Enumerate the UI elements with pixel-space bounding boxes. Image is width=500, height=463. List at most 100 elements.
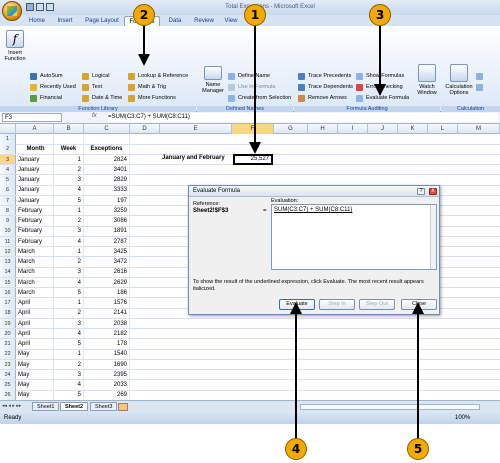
row-header[interactable]: 4: [0, 164, 16, 175]
cell-week[interactable]: 1: [54, 205, 84, 216]
step-in-button[interactable]: Step In: [319, 299, 355, 310]
undo-icon[interactable]: [36, 3, 44, 11]
row-header[interactable]: 26: [0, 390, 16, 400]
tab-insert[interactable]: Insert: [52, 16, 78, 26]
use-in-formula-button[interactable]: Use in Formula: [228, 83, 275, 92]
cell-exceptions[interactable]: 1540: [84, 349, 130, 359]
cell-week[interactable]: 3: [54, 226, 84, 236]
cell-week[interactable]: 2: [54, 359, 84, 369]
name-box[interactable]: F3: [2, 113, 62, 122]
cell-month[interactable]: April: [18, 318, 54, 328]
cell-month[interactable]: January: [18, 185, 54, 195]
col-header-m[interactable]: M: [458, 124, 500, 134]
cell-week[interactable]: 3: [54, 267, 84, 277]
cell-week[interactable]: 1: [54, 298, 84, 308]
row-header[interactable]: 5: [0, 175, 16, 185]
row-header[interactable]: 21: [0, 339, 16, 349]
cell-month[interactable]: [18, 134, 54, 144]
cell-week[interactable]: 2: [54, 257, 84, 267]
row-header[interactable]: 12: [0, 246, 16, 257]
sheet-nav-icon[interactable]: ◂◂ ◂ ▸ ▸▸: [2, 403, 21, 409]
cell-week[interactable]: 4: [54, 328, 84, 339]
cell-month[interactable]: January: [18, 164, 54, 175]
cell-month[interactable]: March: [18, 287, 54, 298]
cell-month[interactable]: Month: [18, 144, 54, 154]
close-button[interactable]: Close: [401, 299, 437, 310]
save-icon[interactable]: [26, 3, 34, 11]
cell-month[interactable]: February: [18, 216, 54, 226]
redo-icon[interactable]: [46, 3, 54, 11]
cell-week[interactable]: 4: [54, 185, 84, 195]
summary-label[interactable]: January and February: [162, 155, 225, 161]
summary-value-cell[interactable]: 25,527: [233, 154, 273, 165]
more-functions-button[interactable]: More Functions: [128, 94, 176, 103]
col-header-f[interactable]: F: [232, 124, 274, 134]
cell-week[interactable]: 5: [54, 287, 84, 298]
recently-used-button[interactable]: Recently Used: [30, 83, 76, 92]
date-time-button[interactable]: Date & Time: [82, 94, 122, 103]
cell-month[interactable]: April: [18, 328, 54, 339]
cell-month[interactable]: May: [18, 380, 54, 390]
cell-exceptions[interactable]: 1690: [84, 359, 130, 369]
cell-month[interactable]: January: [18, 154, 54, 164]
row-header[interactable]: 14: [0, 267, 16, 277]
col-header-j[interactable]: J: [368, 124, 398, 134]
office-button[interactable]: [2, 1, 22, 21]
cell-month[interactable]: April: [18, 298, 54, 308]
col-header-h[interactable]: H: [308, 124, 338, 134]
step-out-button[interactable]: Step Out: [359, 299, 395, 310]
cell-exceptions[interactable]: 2616: [84, 267, 130, 277]
col-header-g[interactable]: G: [274, 124, 308, 134]
cell-exceptions[interactable]: 2824: [84, 154, 130, 164]
cell-exceptions[interactable]: 1576: [84, 298, 130, 308]
cell-week[interactable]: 1: [54, 246, 84, 257]
cell-week[interactable]: 5: [54, 390, 84, 400]
row-header[interactable]: 1: [0, 134, 16, 144]
cell-week[interactable]: 3: [54, 369, 84, 380]
cell-exceptions[interactable]: 3401: [84, 164, 130, 175]
cell-month[interactable]: February: [18, 226, 54, 236]
cell-week[interactable]: 4: [54, 236, 84, 246]
error-checking-button[interactable]: Error Checking: [356, 83, 403, 92]
sheet-tab-sheet3[interactable]: Sheet3: [90, 402, 118, 411]
row-header[interactable]: 22: [0, 349, 16, 359]
tab-page-layout[interactable]: Page Layout: [82, 16, 122, 26]
cell-exceptions[interactable]: 2629: [84, 277, 130, 287]
cell-exceptions[interactable]: [84, 134, 130, 144]
cell-month[interactable]: April: [18, 308, 54, 318]
cell-month[interactable]: March: [18, 267, 54, 277]
row-header[interactable]: 16: [0, 287, 16, 298]
row-header[interactable]: 15: [0, 277, 16, 287]
cell-exceptions[interactable]: 2829: [84, 175, 130, 185]
cell-month[interactable]: February: [18, 236, 54, 246]
col-header-i[interactable]: I: [338, 124, 368, 134]
cell-week[interactable]: 1: [54, 349, 84, 359]
evaluation-scrollbar[interactable]: [430, 205, 436, 269]
cell-exceptions[interactable]: 2141: [84, 308, 130, 318]
cell-exceptions[interactable]: 186: [84, 287, 130, 298]
cell-week[interactable]: 3: [54, 318, 84, 328]
cell-exceptions[interactable]: 2033: [84, 380, 130, 390]
cell-month[interactable]: January: [18, 175, 54, 185]
row-header[interactable]: 17: [0, 298, 16, 308]
watch-window-button[interactable]: Watch Window: [414, 64, 440, 96]
text-button[interactable]: Text: [82, 83, 102, 92]
cell-month[interactable]: May: [18, 359, 54, 369]
financial-button[interactable]: Financial: [30, 94, 62, 103]
logical-button[interactable]: Logical: [82, 72, 109, 81]
zoom-level[interactable]: 100%: [455, 412, 470, 424]
cell-week[interactable]: 3: [54, 175, 84, 185]
autosum-button[interactable]: AutoSum: [30, 72, 63, 81]
row-header[interactable]: 19: [0, 318, 16, 328]
cell-month[interactable]: March: [18, 257, 54, 267]
trace-precedents-button[interactable]: Trace Precedents: [298, 72, 351, 81]
tab-view[interactable]: View: [220, 16, 242, 26]
row-header[interactable]: 18: [0, 308, 16, 318]
cell-exceptions[interactable]: 1891: [84, 226, 130, 236]
select-all-corner[interactable]: [0, 124, 16, 134]
cell-exceptions[interactable]: 2182: [84, 328, 130, 339]
cell-exceptions[interactable]: 197: [84, 195, 130, 205]
row-header[interactable]: 11: [0, 236, 16, 246]
cell-month[interactable]: May: [18, 390, 54, 400]
cell-week[interactable]: 2: [54, 164, 84, 175]
